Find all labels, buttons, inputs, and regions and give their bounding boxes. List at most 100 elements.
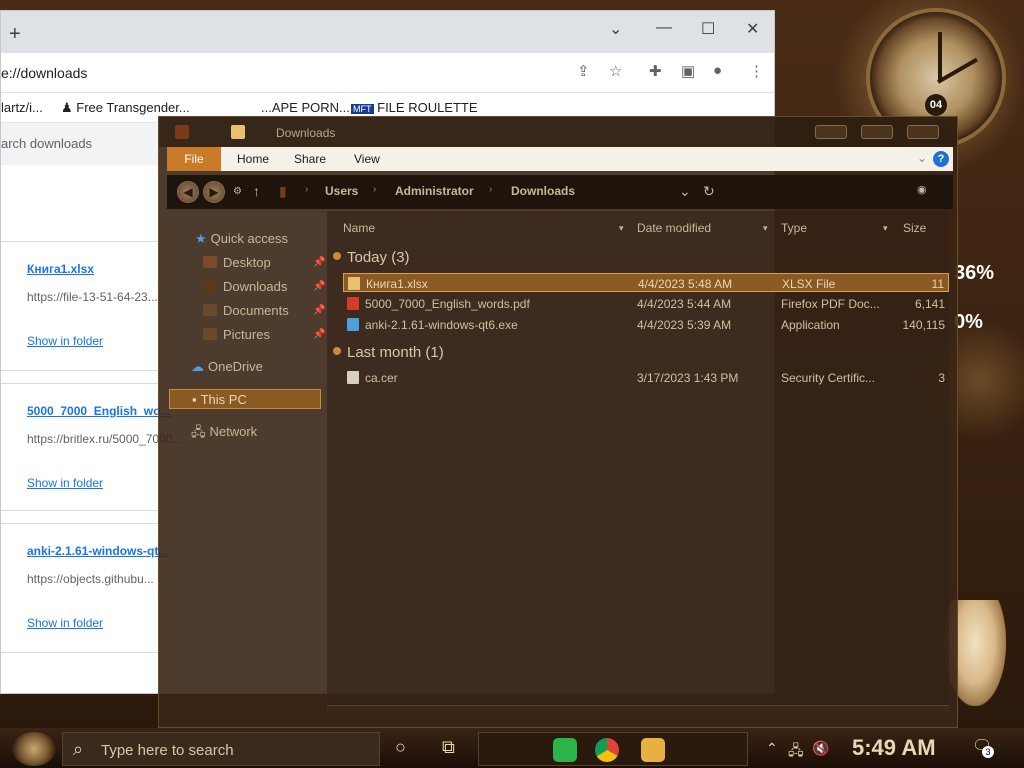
chevron-down-icon[interactable]: ⌄ (917, 151, 927, 165)
star-icon: ★ (195, 231, 207, 246)
breadcrumb-administrator[interactable]: Administrator (395, 184, 474, 198)
extensions-icon[interactable]: ✚ (649, 62, 662, 80)
maximize-button[interactable] (861, 125, 893, 139)
file-row[interactable]: ca.cer 3/17/2023 1:43 PM Security Certif… (343, 368, 949, 387)
sidebar-item-quick-access[interactable]: ★ Quick access (195, 231, 288, 247)
sidebar-item-onedrive[interactable]: ☁ OneDrive (191, 359, 263, 375)
cortana-icon[interactable]: ○ (395, 737, 406, 758)
volume-muted-icon[interactable]: 🔇 (812, 740, 829, 757)
horizontal-scrollbar[interactable] (327, 705, 949, 713)
bookmark-star-icon[interactable]: ☆ (609, 62, 622, 80)
refresh-icon[interactable]: ↻ (703, 183, 715, 200)
sidebar-item-desktop[interactable]: Desktop 📌 (203, 255, 327, 270)
new-tab-button[interactable]: + (9, 23, 21, 46)
search-icon[interactable]: ◉ (917, 183, 927, 196)
spotify-app-icon[interactable] (553, 738, 577, 762)
sidebar-item-network[interactable]: 🖧 Network (191, 423, 257, 445)
file-row[interactable]: 5000_7000_English_words.pdf 4/4/2023 5:4… (343, 294, 949, 313)
minimize-button[interactable] (815, 125, 847, 139)
pin-icon: 📌 (313, 257, 326, 268)
maximize-button[interactable]: ☐ (701, 19, 715, 39)
chevron-down-icon[interactable]: ⚙ (233, 186, 242, 197)
clock-hand-hour (938, 32, 942, 82)
task-view-icon[interactable]: ⧉ (442, 737, 455, 758)
notification-center-icon[interactable]: 🗨 3 (972, 736, 994, 758)
file-row[interactable]: Книга1.xlsx 4/4/2023 5:48 AM XLSX File 1… (343, 273, 949, 292)
up-arrow-icon[interactable]: ↑ (253, 183, 260, 199)
column-header-name[interactable]: Name (343, 221, 375, 235)
file-size: 3 (938, 371, 945, 385)
computer-icon: ▪ (192, 392, 197, 407)
download-filename-link[interactable]: Книга1.xlsx (27, 262, 94, 276)
tab-share[interactable]: Share (294, 152, 326, 166)
column-header-type[interactable]: Type (781, 221, 807, 235)
bookmark-item[interactable]: ♟ Free Transgender... (61, 100, 190, 116)
pin-icon: 📌 (313, 329, 326, 340)
show-in-folder-link[interactable]: Show in folder (27, 476, 103, 490)
show-in-folder-link[interactable]: Show in folder (27, 616, 103, 630)
download-url: https://objects.githubu... (27, 572, 154, 586)
file-date: 4/4/2023 5:48 AM (638, 277, 733, 291)
file-name: 5000_7000_English_words.pdf (365, 297, 530, 311)
minimize-button[interactable]: — (656, 19, 672, 37)
certificate-file-icon (347, 371, 359, 384)
chevron-down-icon[interactable]: ⌄ (679, 183, 691, 200)
column-header-date[interactable]: Date modified (637, 221, 711, 235)
file-row[interactable]: anki-2.1.61-windows-qt6.exe 4/4/2023 5:3… (343, 315, 949, 334)
file-name: anki-2.1.61-windows-qt6.exe (365, 318, 518, 332)
breadcrumb-downloads[interactable]: Downloads (511, 184, 575, 198)
menu-kebab-icon[interactable]: ⋮ (749, 62, 764, 80)
sidebar-item-pictures[interactable]: Pictures 📌 (203, 327, 327, 342)
group-header-today[interactable]: Today (3) (333, 249, 410, 266)
close-button[interactable] (907, 125, 939, 139)
bookmark-item[interactable]: lartz/i... (1, 100, 43, 115)
side-panel-icon[interactable]: ▣ (681, 62, 695, 80)
download-filename-link[interactable]: anki-2.1.61-windows-qt... (27, 544, 168, 558)
column-header-size[interactable]: Size (903, 221, 926, 235)
forward-button[interactable]: ▶ (203, 181, 225, 203)
back-button[interactable]: ◀ (177, 181, 199, 203)
sort-dropdown-icon[interactable]: ▾ (619, 223, 629, 237)
help-icon[interactable]: ? (933, 151, 949, 167)
download-item: 5000_7000_English_wo... https://britlex.… (1, 383, 182, 511)
sidebar-item-this-pc[interactable]: ▪ This PC (169, 389, 321, 409)
sidebar-item-downloads[interactable]: Downloads 📌 (203, 279, 327, 294)
chevron-down-icon[interactable]: ⌄ (609, 19, 622, 39)
breadcrumb-users[interactable]: Users (325, 184, 358, 198)
chrome-app-icon[interactable] (595, 738, 619, 762)
group-header-last-month[interactable]: Last month (1) (333, 344, 444, 361)
chevron-up-icon[interactable]: ⌃ (766, 740, 778, 757)
sort-dropdown-icon[interactable]: ▾ (763, 223, 773, 237)
network-tray-icon[interactable]: 🖧 (788, 740, 804, 764)
desktop-folder-icon (203, 256, 217, 268)
tab-home[interactable]: Home (237, 152, 269, 166)
share-icon[interactable]: ⇪ (577, 62, 590, 80)
show-in-folder-link[interactable]: Show in folder (27, 334, 103, 348)
url-input[interactable]: e://downloads (1, 65, 87, 81)
pin-icon: 📌 (313, 281, 326, 292)
sort-dropdown-icon[interactable]: ▾ (883, 223, 893, 237)
file-type: Application (781, 318, 840, 332)
bookmark-item[interactable]: MFT FILE ROULETTE (351, 100, 478, 115)
start-button[interactable] (12, 732, 56, 766)
profile-avatar[interactable]: ● (713, 62, 722, 79)
notification-count-badge: 3 (982, 746, 994, 758)
file-size: 140,115 (902, 318, 946, 332)
explorer-app-icon (175, 125, 189, 139)
close-button[interactable]: ✕ (746, 19, 759, 39)
explorer-title-bar: Downloads (159, 117, 957, 147)
search-downloads-placeholder: arch downloads (1, 136, 93, 151)
downloads-folder-icon (203, 280, 217, 292)
tab-view[interactable]: View (354, 152, 380, 166)
window-title: Downloads (276, 126, 336, 140)
bookmark-item[interactable]: ...APE PORN... (261, 100, 350, 115)
sidebar-item-documents[interactable]: Documents 📌 (203, 303, 327, 318)
tab-file[interactable]: File (167, 147, 221, 171)
taskbar-clock[interactable]: 5:49 AM (852, 735, 936, 761)
file-date: 4/4/2023 5:44 AM (637, 297, 732, 311)
download-filename-link[interactable]: 5000_7000_English_wo... (27, 404, 170, 418)
taskbar-search-box[interactable]: ⌕ Type here to search (62, 732, 380, 766)
xlsx-file-icon (348, 277, 360, 290)
file-explorer-app-icon[interactable] (641, 738, 665, 762)
group-expander-icon (333, 347, 341, 355)
